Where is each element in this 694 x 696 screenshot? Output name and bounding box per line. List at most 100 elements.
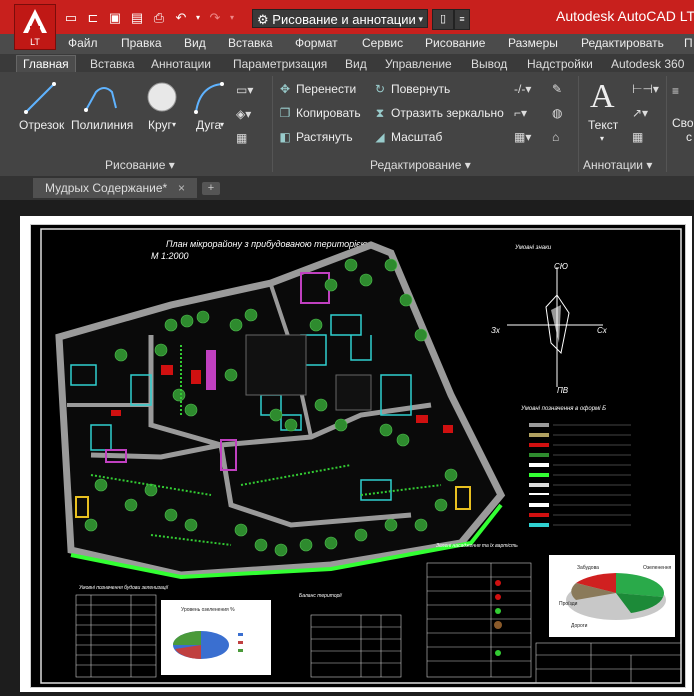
scale-button[interactable]: ◢ Масштаб [373, 130, 442, 144]
customize-qa-icon[interactable]: ≡ [454, 9, 470, 30]
undo-dropdown-icon[interactable]: ▾ [194, 9, 202, 27]
pie-label-drives: Проїзди [559, 601, 578, 607]
mirror-button[interactable]: ⧗ Отразить зеркально [373, 106, 504, 121]
new-tab-icon[interactable]: + [202, 182, 220, 195]
chart1-title: Уровень озеленения % [181, 607, 235, 613]
table2-title: Баланс території [299, 593, 343, 599]
line-tool-button[interactable] [22, 80, 58, 121]
tab-home[interactable]: Главная [16, 55, 76, 73]
compass-left-label: Зх [491, 326, 501, 335]
boundary-icon[interactable]: ▦ [236, 131, 247, 145]
scale-icon: ◢ [375, 130, 385, 144]
tab-parametric[interactable]: Параметризация [233, 56, 327, 73]
table1-title: Умовні позначення будови зеленизації [79, 585, 169, 591]
quick-access-toolbar: ▭ ⊏ ▣ ▤ ⎙ ↶ ▾ ↷ ▾ [62, 8, 236, 28]
erase-icon[interactable]: ✎ [552, 82, 562, 96]
menu-view[interactable]: Вид [184, 36, 206, 50]
text-label: Текст [588, 118, 619, 132]
menu-file[interactable]: Файл [68, 36, 98, 50]
text-dropdown-icon[interactable]: ▾ [600, 134, 604, 143]
arc-icon [194, 82, 224, 114]
dimension-icon[interactable]: ⊢⊣▾ [632, 82, 659, 96]
tab-annotate[interactable]: Аннотации [151, 56, 211, 73]
workspace-name: Рисование и аннотации [272, 12, 416, 27]
properties-label-cut: Сво [672, 116, 694, 130]
table-icon[interactable]: ▦ [632, 130, 643, 144]
compass-right-label: Сх [597, 326, 608, 335]
tab-autodesk360[interactable]: Autodesk 360 [611, 56, 684, 73]
tab-view[interactable]: Вид [345, 56, 367, 73]
tab-insert[interactable]: Вставка [90, 56, 135, 73]
tab-addins[interactable]: Надстройки [527, 56, 593, 73]
menu-modify[interactable]: Редактировать [581, 36, 664, 50]
polyline-tool-button[interactable] [82, 80, 122, 121]
panel-divider [666, 76, 667, 172]
tab-output[interactable]: Вывод [471, 56, 507, 73]
modify-panel-label[interactable]: Редактирование ▾ [370, 156, 471, 174]
table3-grid [426, 562, 532, 678]
move-icon: ✥ [279, 82, 291, 96]
workspace-selector[interactable]: ⚙ Рисование и аннотации ▾ [252, 9, 428, 28]
pie-label-landscaping: Озеленення [643, 565, 672, 571]
annotation-panel-label[interactable]: Аннотации ▾ [583, 156, 652, 174]
line-label: Отрезок [19, 118, 65, 132]
drawing-sheet[interactable]: План мікрорайону з прибудованою територі… [30, 224, 686, 688]
leader-icon[interactable]: ↗▾ [632, 106, 648, 120]
file-tab[interactable]: Мудрых Содержание* × [33, 178, 197, 198]
circle-label: Круг [148, 118, 172, 132]
menu-format[interactable]: Формат [295, 36, 338, 50]
text-icon[interactable]: A [590, 78, 615, 116]
pie-label-buildings: Забудова [577, 565, 599, 571]
print-icon[interactable]: ⎙ [150, 9, 168, 27]
redo-dropdown-icon[interactable]: ▾ [228, 9, 236, 27]
array-icon[interactable]: ▦▾ [514, 130, 531, 144]
legend-swatches [529, 423, 549, 527]
offset-icon[interactable]: ⌂ [552, 130, 559, 144]
tab-manage[interactable]: Управление [385, 56, 452, 73]
menu-dimensions[interactable]: Размеры [508, 36, 558, 50]
rotate-icon: ↻ [374, 82, 386, 96]
fillet-icon[interactable]: ⌐▾ [514, 106, 527, 120]
arc-label: Дуга [196, 118, 222, 132]
menu-draw[interactable]: Рисование [425, 36, 485, 50]
saveas-icon[interactable]: ▤ [128, 9, 146, 27]
circle-dropdown-icon[interactable]: ▾ [172, 120, 176, 129]
hatch-icon[interactable]: ◈▾ [236, 107, 251, 121]
open-icon[interactable]: ⊏ [84, 9, 102, 27]
rectangle-icon[interactable]: ▭▾ [236, 83, 253, 97]
circle-icon [147, 82, 177, 112]
copy-button[interactable]: ❐ Копировать [278, 106, 361, 120]
panel-divider [578, 76, 579, 172]
rotate-button[interactable]: ↻ Повернуть [373, 82, 450, 96]
table1-grid [75, 594, 157, 678]
compass-caption: Умовні знаки [514, 245, 552, 251]
circle-tool-button[interactable] [145, 80, 179, 119]
drawing-title: План мікрорайону з прибудованою територі… [166, 239, 368, 249]
mirror-icon: ⧗ [375, 106, 385, 120]
redo-icon[interactable]: ↷ [206, 9, 224, 27]
table2-grid [310, 614, 402, 678]
new-icon[interactable]: ▭ [62, 9, 80, 27]
move-button[interactable]: ✥ Перенести [278, 82, 356, 96]
workspace-toggle-icon[interactable]: ▯ [432, 9, 454, 30]
menu-more[interactable]: П [684, 36, 693, 50]
polyline-label: Полилиния [71, 118, 134, 132]
pie-label-roads: Дороги [571, 623, 588, 629]
close-icon[interactable]: × [178, 178, 185, 198]
arc-tool-button[interactable] [192, 80, 226, 121]
menu-insert[interactable]: Вставка [228, 36, 273, 50]
trim-icon[interactable]: -/-▾ [514, 82, 531, 96]
explode-icon[interactable]: ◍ [552, 106, 562, 120]
properties-icon[interactable]: ≡ [672, 84, 679, 98]
save-icon[interactable]: ▣ [106, 9, 124, 27]
application-menu-button[interactable]: LT [14, 4, 56, 50]
stretch-button[interactable]: ◧ Растянуть [278, 130, 352, 144]
menu-edit[interactable]: Правка [121, 36, 162, 50]
stretch-icon: ◧ [279, 130, 291, 144]
table3-title: Зелені насадження та їх вартість [436, 543, 518, 549]
undo-icon[interactable]: ↶ [172, 9, 190, 27]
compass-top-label: СЮ [554, 262, 568, 271]
draw-panel-label[interactable]: Рисование ▾ [105, 156, 175, 174]
arc-dropdown-icon[interactable]: ▾ [220, 120, 224, 129]
menu-tools[interactable]: Сервис [362, 36, 403, 50]
